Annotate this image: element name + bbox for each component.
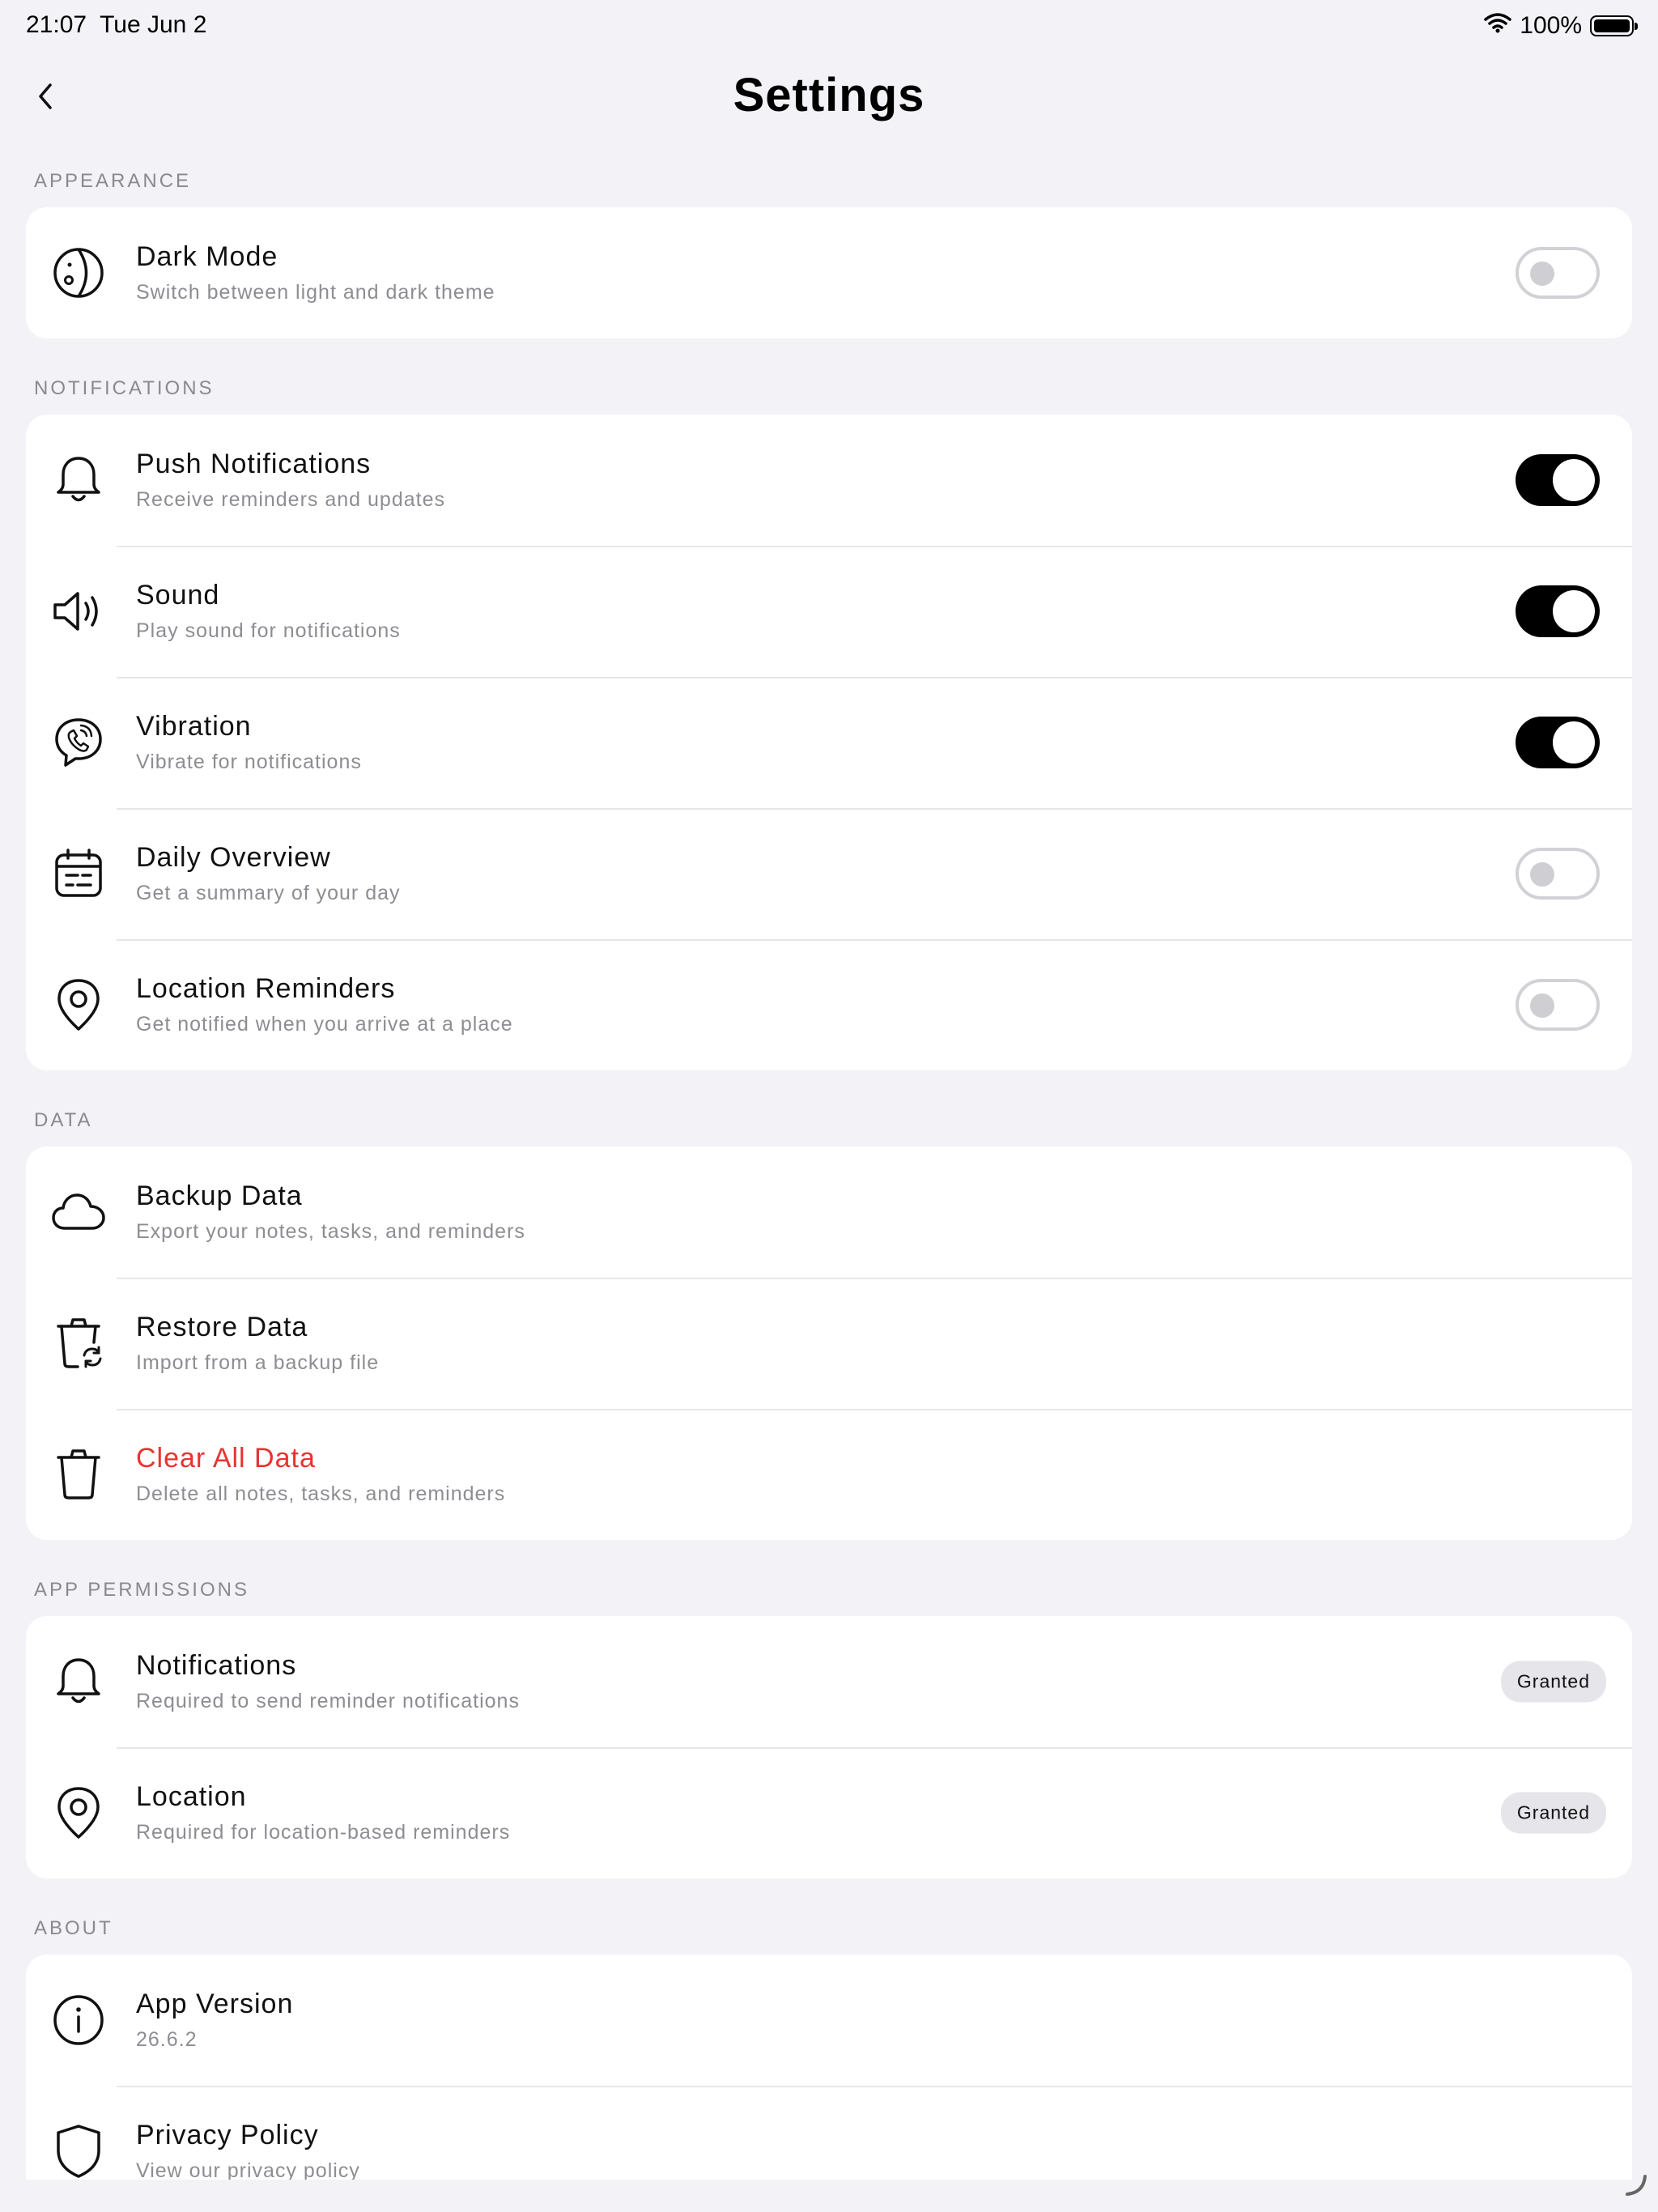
- location-permission-status-badge: Granted: [1500, 1792, 1606, 1834]
- scroll-indicator: [1624, 2173, 1648, 2197]
- dark-mode-row[interactable]: Dark Mode Switch between light and dark …: [26, 207, 1632, 338]
- info-icon: [50, 1992, 107, 2048]
- restore-data-subtitle: Import from a backup file: [136, 1351, 380, 1374]
- location-reminders-title: Location Reminders: [136, 973, 396, 1004]
- backup-data-subtitle: Export your notes, tasks, and reminders: [136, 1220, 525, 1243]
- dark-mode-subtitle: Switch between light and dark theme: [136, 281, 495, 304]
- notifications-permission-title: Notifications: [136, 1650, 297, 1681]
- app-version-row[interactable]: App Version 26.6.2: [26, 1955, 1632, 2086]
- bell-icon: [50, 1653, 107, 1710]
- sound-toggle[interactable]: [1516, 585, 1600, 637]
- location-reminders-row[interactable]: Location Reminders Get notified when you…: [26, 939, 1632, 1070]
- status-indicators: 100%: [1484, 11, 1638, 40]
- bin-restore-icon: [50, 1315, 107, 1372]
- wifi-icon: [1484, 12, 1512, 40]
- location-pin-icon: [50, 1784, 107, 1841]
- notifications-permission-status-badge: Granted: [1500, 1661, 1606, 1703]
- bell-icon: [50, 452, 107, 508]
- section-header-app-permissions: APP PERMISSIONS: [34, 1579, 249, 1601]
- calendar-icon: [50, 845, 107, 902]
- battery-icon: [1590, 15, 1638, 36]
- clear-all-data-title: Clear All Data: [136, 1443, 316, 1474]
- app-version-value: 26.6.2: [136, 2028, 198, 2051]
- vibration-row[interactable]: Vibration Vibrate for notifications: [26, 677, 1632, 808]
- dark-mode-toggle[interactable]: [1516, 247, 1600, 299]
- section-header-data: DATA: [34, 1109, 93, 1131]
- phone-vibrate-icon: [50, 714, 107, 771]
- clear-all-data-subtitle: Delete all notes, tasks, and reminders: [136, 1482, 506, 1505]
- moon-face-icon: [50, 245, 107, 301]
- sound-title: Sound: [136, 580, 220, 610]
- speaker-icon: [50, 583, 107, 640]
- sound-subtitle: Play sound for notifications: [136, 619, 401, 642]
- daily-overview-row[interactable]: Daily Overview Get a summary of your day: [26, 808, 1632, 939]
- data-card: Backup Data Export your notes, tasks, an…: [26, 1146, 1632, 1540]
- daily-overview-toggle[interactable]: [1516, 848, 1600, 900]
- privacy-policy-title: Privacy Policy: [136, 2120, 319, 2150]
- status-date: Tue Jun 2: [100, 11, 207, 38]
- battery-percent: 100%: [1520, 12, 1582, 39]
- page-title: Settings: [733, 69, 925, 121]
- section-header-appearance: APPEARANCE: [34, 170, 192, 192]
- shield-icon: [50, 2123, 107, 2180]
- status-time: 21:07 Tue Jun 2: [26, 11, 206, 39]
- notifications-permission-row[interactable]: Notifications Required to send reminder …: [26, 1616, 1632, 1747]
- app-version-title: App Version: [136, 1989, 294, 2019]
- daily-overview-title: Daily Overview: [136, 842, 331, 873]
- section-header-notifications: NOTIFICATIONS: [34, 377, 215, 399]
- push-notifications-title: Push Notifications: [136, 449, 372, 479]
- sound-row[interactable]: Sound Play sound for notifications: [26, 546, 1632, 677]
- dark-mode-title: Dark Mode: [136, 241, 278, 272]
- backup-data-title: Backup Data: [136, 1180, 303, 1211]
- location-pin-icon: [50, 976, 107, 1033]
- restore-data-title: Restore Data: [136, 1312, 308, 1342]
- appearance-card: Dark Mode Switch between light and dark …: [26, 207, 1632, 338]
- status-clock: 21:07: [26, 11, 87, 38]
- vibration-title: Vibration: [136, 711, 252, 742]
- daily-overview-subtitle: Get a summary of your day: [136, 882, 401, 904]
- location-permission-subtitle: Required for location-based reminders: [136, 1821, 511, 1844]
- status-bar: 21:07 Tue Jun 2 100%: [0, 0, 1658, 52]
- location-reminders-toggle[interactable]: [1516, 979, 1600, 1031]
- about-card: App Version 26.6.2 Privacy Policy View o…: [26, 1955, 1632, 2180]
- trash-icon: [50, 1446, 107, 1503]
- notifications-permission-subtitle: Required to send reminder notifications: [136, 1690, 520, 1712]
- permissions-card: Notifications Required to send reminder …: [26, 1616, 1632, 1878]
- location-reminders-subtitle: Get notified when you arrive at a place: [136, 1013, 513, 1036]
- notifications-card: Push Notifications Receive reminders and…: [26, 415, 1632, 1070]
- section-header-about: ABOUT: [34, 1917, 113, 1939]
- privacy-policy-subtitle: View our privacy policy: [136, 2159, 360, 2180]
- restore-data-row[interactable]: Restore Data Import from a backup file: [26, 1278, 1632, 1409]
- vibration-subtitle: Vibrate for notifications: [136, 751, 362, 773]
- location-permission-row[interactable]: Location Required for location-based rem…: [26, 1747, 1632, 1878]
- push-notifications-subtitle: Receive reminders and updates: [136, 488, 445, 511]
- location-permission-title: Location: [136, 1781, 247, 1812]
- clear-all-data-row[interactable]: Clear All Data Delete all notes, tasks, …: [26, 1409, 1632, 1540]
- vibration-toggle[interactable]: [1516, 717, 1600, 768]
- backup-data-row[interactable]: Backup Data Export your notes, tasks, an…: [26, 1146, 1632, 1278]
- push-notifications-row[interactable]: Push Notifications Receive reminders and…: [26, 415, 1632, 546]
- cloud-icon: [50, 1184, 107, 1240]
- push-notifications-toggle[interactable]: [1516, 454, 1600, 506]
- privacy-policy-row[interactable]: Privacy Policy View our privacy policy: [26, 2086, 1632, 2180]
